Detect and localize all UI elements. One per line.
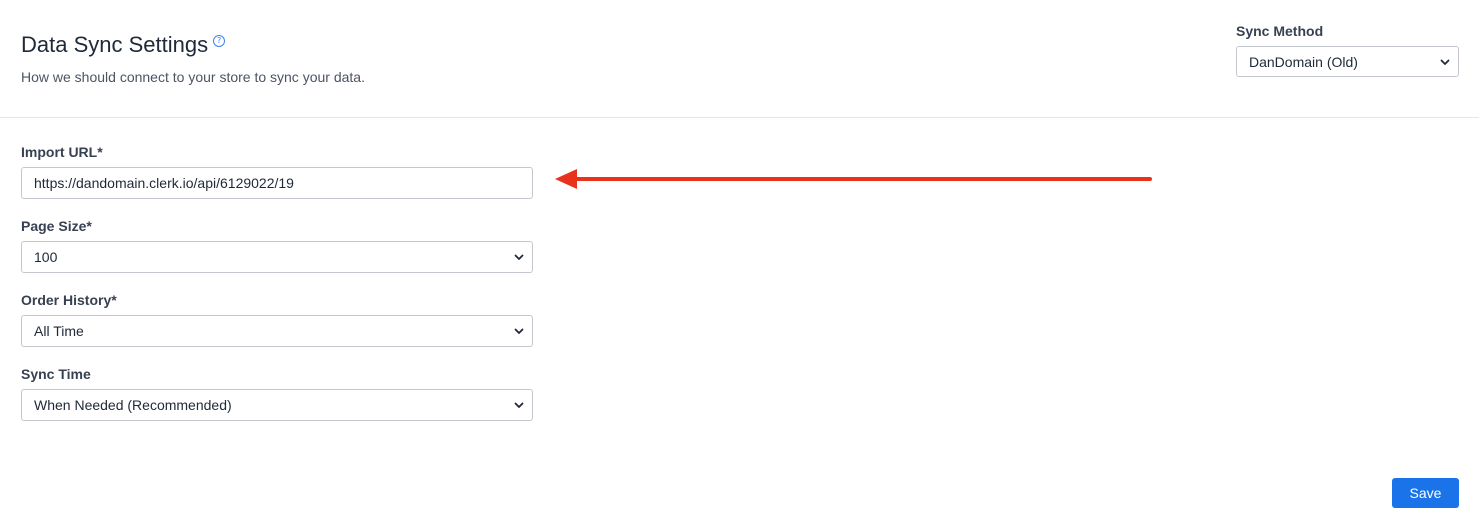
sync-time-label: Sync Time	[21, 366, 91, 382]
chevron-down-icon	[1440, 59, 1450, 65]
order-history-field: Order History* All Time	[21, 291, 533, 347]
page-size-select[interactable]: 100	[21, 241, 533, 273]
page-size-label: Page Size*	[21, 218, 92, 234]
sync-method-label: Sync Method	[1236, 23, 1324, 39]
sync-method-group: Sync Method DanDomain (Old)	[1236, 22, 1459, 77]
left-arrow-icon	[555, 169, 1152, 189]
import-url-field: Import URL*	[21, 143, 533, 199]
import-url-input[interactable]	[34, 175, 524, 191]
order-history-value: All Time	[34, 323, 84, 339]
chevron-down-icon	[514, 254, 524, 260]
sync-time-value: When Needed (Recommended)	[34, 397, 232, 413]
page-size-value: 100	[34, 249, 58, 265]
page-size-field: Page Size* 100	[21, 217, 533, 273]
sync-method-select[interactable]: DanDomain (Old)	[1236, 46, 1459, 77]
import-url-label: Import URL*	[21, 144, 103, 160]
chevron-down-icon	[514, 328, 524, 334]
page-subtitle: How we should connect to your store to s…	[21, 69, 365, 85]
order-history-label: Order History*	[21, 292, 117, 308]
page-title: Data Sync Settings	[21, 32, 209, 57]
sync-settings-form: Import URL* Page Size* 100 Order History…	[21, 143, 533, 439]
header-section: Data Sync Settings ? How we should conne…	[0, 0, 1479, 118]
sync-method-value: DanDomain (Old)	[1249, 53, 1358, 70]
data-sync-settings-page: Data Sync Settings ? How we should conne…	[0, 0, 1479, 529]
sync-time-field: Sync Time When Needed (Recommended)	[21, 365, 533, 421]
title-row: Data Sync Settings ?	[21, 31, 226, 59]
import-url-input-box	[21, 167, 533, 199]
sync-time-select[interactable]: When Needed (Recommended)	[21, 389, 533, 421]
question-circle-icon[interactable]: ?	[213, 35, 226, 47]
chevron-down-icon	[514, 402, 524, 408]
order-history-select[interactable]: All Time	[21, 315, 533, 347]
save-button[interactable]: Save	[1392, 478, 1459, 508]
